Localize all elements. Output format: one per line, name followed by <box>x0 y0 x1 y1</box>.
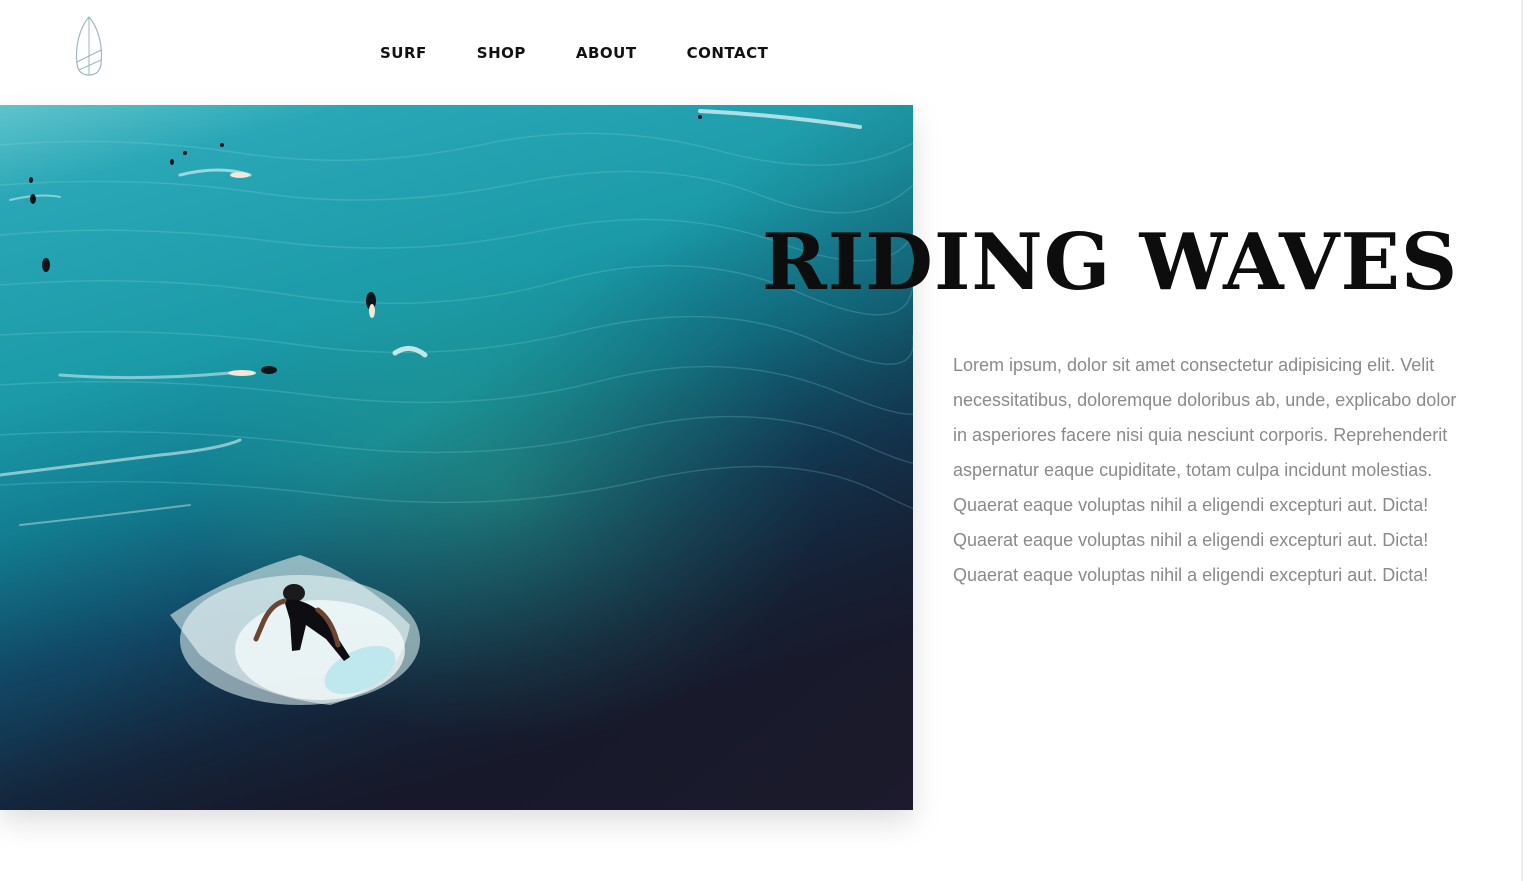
nav-link-surf[interactable]: SURF <box>380 42 427 64</box>
nav-link-contact[interactable]: CONTACT <box>687 42 769 64</box>
hero-description: Lorem ipsum, dolor sit amet consectetur … <box>953 355 1457 585</box>
nav-link-shop[interactable]: SHOP <box>477 42 526 64</box>
nav-link-about[interactable]: ABOUT <box>576 42 637 64</box>
surfboard-icon[interactable] <box>72 14 106 78</box>
main-nav: SURF SHOP ABOUT CONTACT <box>380 42 818 64</box>
hero-title: RIDING WAVES <box>762 217 1459 308</box>
